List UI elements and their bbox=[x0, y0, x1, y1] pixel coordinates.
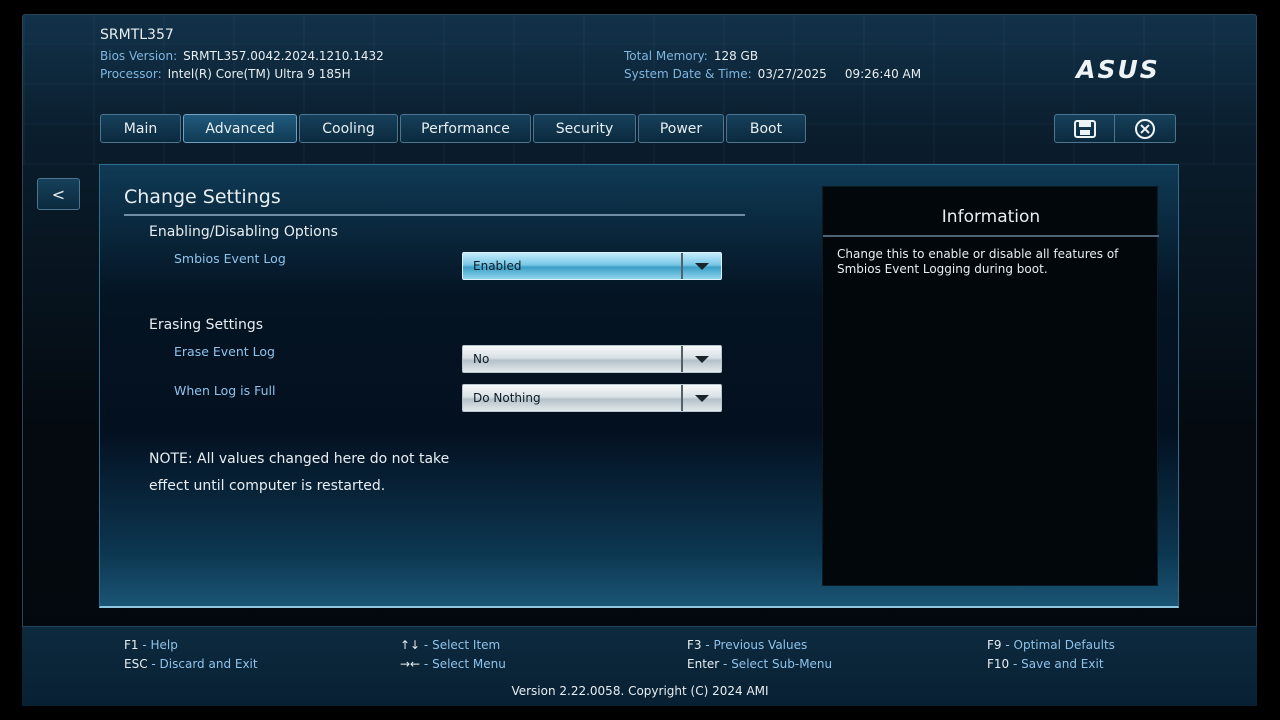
smbios-dropdown-arrow[interactable] bbox=[681, 253, 721, 279]
back-button[interactable]: < bbox=[37, 178, 80, 210]
bios-version-value: SRMTL357.0042.2024.1210.1432 bbox=[183, 49, 384, 63]
exit-button[interactable] bbox=[1115, 114, 1176, 143]
toolbar-icons bbox=[1054, 114, 1176, 143]
when-log-is-full-label: When Log is Full bbox=[174, 383, 276, 398]
information-panel: Information Change this to enable or dis… bbox=[822, 186, 1159, 586]
when-log-is-full-select[interactable]: Do Nothing bbox=[462, 384, 722, 412]
model-name: SRMTL357 bbox=[100, 27, 174, 43]
full-dropdown-arrow[interactable] bbox=[681, 385, 721, 411]
information-divider bbox=[823, 235, 1159, 237]
memory-label: Total Memory: bbox=[624, 49, 708, 63]
erase-event-log-select[interactable]: No bbox=[462, 345, 722, 373]
bios-version: Bios Version: SRMTL357.0042.2024.1210.143… bbox=[100, 49, 384, 63]
system-datetime: System Date & Time: 03/27/2025 09:26:40 AM bbox=[624, 67, 921, 81]
section-erasing: Erasing Settings bbox=[149, 317, 263, 333]
processor-value: Intel(R) Core(TM) Ultra 9 185H bbox=[167, 67, 351, 81]
section-enabling: Enabling/Disabling Options bbox=[149, 224, 338, 240]
copyright-text: Version 2.22.0058. Copyright (C) 2024 AM… bbox=[511, 684, 769, 698]
hotkey-f3: F3 - Previous Values bbox=[687, 638, 808, 652]
save-icon bbox=[1073, 119, 1096, 138]
memory-value: 128 GB bbox=[713, 49, 759, 63]
hotkey-left-right: →← - Select Menu bbox=[400, 657, 506, 671]
tab-cooling[interactable]: Cooling bbox=[299, 114, 398, 143]
information-title: Information bbox=[941, 207, 1041, 227]
title-divider bbox=[124, 214, 745, 216]
information-text: Change this to enable or disable all fea… bbox=[837, 247, 1119, 276]
tab-main[interactable]: Main bbox=[100, 114, 181, 143]
smbios-event-log-label: Smbios Event Log bbox=[174, 251, 286, 266]
tab-boot[interactable]: Boot bbox=[726, 114, 806, 143]
tab-power[interactable]: Power bbox=[638, 114, 724, 143]
smbios-event-log-value: Enabled bbox=[473, 259, 522, 273]
hotkey-f1: F1 - Help bbox=[124, 638, 178, 652]
chevron-down-icon bbox=[695, 355, 709, 363]
erase-event-log-value: No bbox=[473, 352, 490, 366]
hotkey-f10: F10 - Save and Exit bbox=[987, 657, 1104, 671]
when-log-is-full-value: Do Nothing bbox=[473, 391, 541, 405]
asus-logo: ASUS bbox=[1074, 58, 1160, 80]
chevron-down-icon bbox=[695, 394, 709, 402]
restart-note: NOTE: All values changed here do not tak… bbox=[149, 451, 450, 494]
page-title: Change Settings bbox=[124, 186, 281, 208]
processor-label: Processor: bbox=[100, 67, 162, 81]
main-tabs: Main Advanced Cooling Performance Securi… bbox=[100, 114, 806, 143]
tab-performance[interactable]: Performance bbox=[400, 114, 531, 143]
hotkey-up-down: ↑↓ - Select Item bbox=[400, 638, 501, 652]
chevron-down-icon bbox=[695, 262, 709, 270]
bios-version-label: Bios Version: bbox=[100, 49, 178, 63]
save-button[interactable] bbox=[1054, 114, 1115, 143]
erase-event-log-label: Erase Event Log bbox=[174, 344, 275, 359]
smbios-event-log-select[interactable]: Enabled bbox=[462, 252, 722, 280]
close-circle-icon bbox=[1135, 118, 1155, 139]
time-value[interactable]: 09:26:40 AM bbox=[845, 67, 921, 81]
processor: Processor: Intel(R) Core(TM) Ultra 9 185H bbox=[100, 67, 351, 81]
hotkey-f9: F9 - Optimal Defaults bbox=[987, 638, 1115, 652]
tab-advanced[interactable]: Advanced bbox=[183, 114, 297, 143]
tab-security[interactable]: Security bbox=[533, 114, 636, 143]
hotkey-esc: ESC - Discard and Exit bbox=[124, 657, 258, 671]
erase-dropdown-arrow[interactable] bbox=[681, 346, 721, 372]
hotkey-enter: Enter - Select Sub-Menu bbox=[687, 657, 833, 671]
date-value[interactable]: 03/27/2025 bbox=[758, 67, 827, 81]
asus-logo-text: ASUS bbox=[1074, 58, 1160, 80]
datetime-label: System Date & Time: bbox=[624, 67, 752, 81]
total-memory: Total Memory: 128 GB bbox=[624, 49, 758, 63]
